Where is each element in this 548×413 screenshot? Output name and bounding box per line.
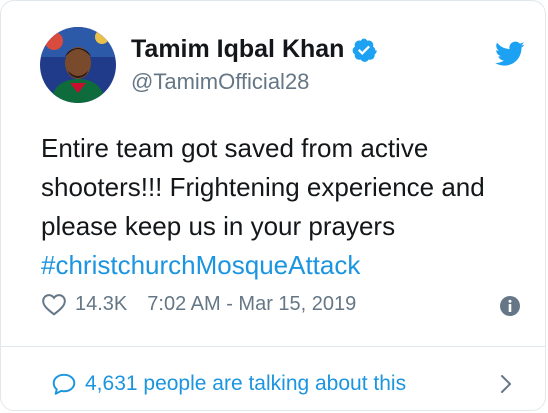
- tweet-text-line: Entire team got saved from active: [41, 133, 429, 163]
- twitter-bird-icon[interactable]: [495, 41, 525, 67]
- chevron-right-icon[interactable]: [498, 373, 514, 395]
- speech-bubble-icon: [52, 373, 76, 395]
- hashtag-link[interactable]: #christchurchMosqueAttack: [41, 246, 531, 285]
- heart-icon[interactable]: [41, 292, 67, 316]
- author-row: Tamim Iqbal Khan: [131, 35, 378, 64]
- info-icon[interactable]: [498, 294, 522, 318]
- author-handle[interactable]: @TamimOfficial28: [131, 69, 309, 95]
- author-name[interactable]: Tamim Iqbal Khan: [131, 35, 344, 64]
- divider: [1, 346, 545, 347]
- conversation-link[interactable]: 4,631 people are talking about this: [51, 372, 406, 396]
- like-count[interactable]: 14.3K: [75, 293, 127, 316]
- tweet-meta: 14.3K 7:02 AM - Mar 15, 2019: [41, 292, 356, 316]
- tweet-text: Entire team got saved from active shoote…: [41, 129, 531, 285]
- tweet-timestamp[interactable]: 7:02 AM - Mar 15, 2019: [147, 293, 356, 316]
- conversation-count-text: 4,631 people are talking about this: [85, 372, 407, 395]
- verified-badge-icon: [353, 38, 378, 62]
- tweet-card: Tamim Iqbal Khan @TamimOfficial28 Entire…: [0, 0, 546, 411]
- tweet-text-line: please keep us in your prayers: [41, 211, 396, 241]
- avatar[interactable]: [40, 27, 116, 103]
- tweet-text-line: shooters!!! Frightening experience and: [41, 172, 485, 202]
